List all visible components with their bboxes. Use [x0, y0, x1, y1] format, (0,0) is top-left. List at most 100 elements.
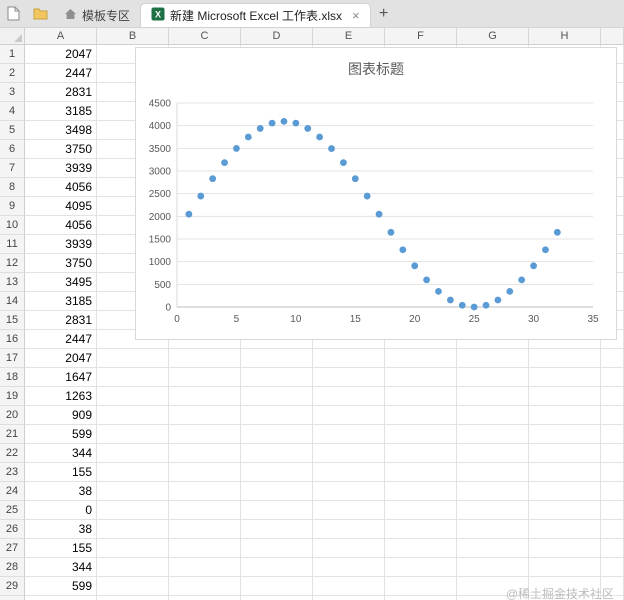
cell-D25[interactable]	[241, 501, 313, 520]
cell-B17[interactable]	[97, 349, 169, 368]
cell-D21[interactable]	[241, 425, 313, 444]
cell-G17[interactable]	[457, 349, 529, 368]
cell-A8[interactable]: 4056	[25, 178, 97, 197]
column-header-A[interactable]: A	[25, 28, 97, 45]
cell-H20[interactable]	[529, 406, 601, 425]
new-file-icon[interactable]	[0, 0, 27, 27]
cell-H18[interactable]	[529, 368, 601, 387]
cell-C27[interactable]	[169, 539, 241, 558]
cell-C18[interactable]	[169, 368, 241, 387]
cell-A25[interactable]: 0	[25, 501, 97, 520]
cell-F24[interactable]	[385, 482, 457, 501]
cell-A13[interactable]: 3495	[25, 273, 97, 292]
row-header-25[interactable]: 25	[0, 501, 25, 520]
cell-F30[interactable]	[385, 596, 457, 600]
cell-E23[interactable]	[313, 463, 385, 482]
row-header-9[interactable]: 9	[0, 197, 25, 216]
cell-B20[interactable]	[97, 406, 169, 425]
cell-D18[interactable]	[241, 368, 313, 387]
column-header-B[interactable]: B	[97, 28, 169, 45]
cell-E28[interactable]	[313, 558, 385, 577]
cell-B19[interactable]	[97, 387, 169, 406]
row-header-10[interactable]: 10	[0, 216, 25, 235]
cell-F28[interactable]	[385, 558, 457, 577]
row-header-13[interactable]: 13	[0, 273, 25, 292]
cell-D23[interactable]	[241, 463, 313, 482]
cell-D17[interactable]	[241, 349, 313, 368]
cell-A23[interactable]: 155	[25, 463, 97, 482]
cell-I17[interactable]	[601, 349, 624, 368]
cell-A10[interactable]: 4056	[25, 216, 97, 235]
cell-C22[interactable]	[169, 444, 241, 463]
cell-C30[interactable]	[169, 596, 241, 600]
row-header-11[interactable]: 11	[0, 235, 25, 254]
cell-A7[interactable]: 3939	[25, 159, 97, 178]
cell-A21[interactable]: 599	[25, 425, 97, 444]
cell-E22[interactable]	[313, 444, 385, 463]
cell-A14[interactable]: 3185	[25, 292, 97, 311]
cell-I26[interactable]	[601, 520, 624, 539]
select-all-corner[interactable]	[0, 28, 25, 45]
cell-H23[interactable]	[529, 463, 601, 482]
cell-G20[interactable]	[457, 406, 529, 425]
cell-I18[interactable]	[601, 368, 624, 387]
cell-E26[interactable]	[313, 520, 385, 539]
cell-H19[interactable]	[529, 387, 601, 406]
cell-C20[interactable]	[169, 406, 241, 425]
row-header-21[interactable]: 21	[0, 425, 25, 444]
cell-I22[interactable]	[601, 444, 624, 463]
cell-C26[interactable]	[169, 520, 241, 539]
cell-C24[interactable]	[169, 482, 241, 501]
row-header-3[interactable]: 3	[0, 83, 25, 102]
cell-H21[interactable]	[529, 425, 601, 444]
cell-I27[interactable]	[601, 539, 624, 558]
cell-A29[interactable]: 599	[25, 577, 97, 596]
column-header-F[interactable]: F	[385, 28, 457, 45]
cell-E25[interactable]	[313, 501, 385, 520]
cell-H17[interactable]	[529, 349, 601, 368]
cell-H24[interactable]	[529, 482, 601, 501]
cell-G22[interactable]	[457, 444, 529, 463]
row-header-17[interactable]: 17	[0, 349, 25, 368]
cell-E20[interactable]	[313, 406, 385, 425]
cell-B24[interactable]	[97, 482, 169, 501]
row-header-12[interactable]: 12	[0, 254, 25, 273]
cell-H27[interactable]	[529, 539, 601, 558]
cell-B21[interactable]	[97, 425, 169, 444]
cell-C17[interactable]	[169, 349, 241, 368]
cell-A30[interactable]	[25, 596, 97, 600]
cell-I21[interactable]	[601, 425, 624, 444]
new-tab-button[interactable]: +	[371, 0, 397, 27]
column-header-E[interactable]: E	[313, 28, 385, 45]
column-header-D[interactable]: D	[241, 28, 313, 45]
cell-D24[interactable]	[241, 482, 313, 501]
row-header-28[interactable]: 28	[0, 558, 25, 577]
cell-B28[interactable]	[97, 558, 169, 577]
row-header-8[interactable]: 8	[0, 178, 25, 197]
cell-G21[interactable]	[457, 425, 529, 444]
row-header-16[interactable]: 16	[0, 330, 25, 349]
cell-E29[interactable]	[313, 577, 385, 596]
cell-A2[interactable]: 2447	[25, 64, 97, 83]
row-header-4[interactable]: 4	[0, 102, 25, 121]
cell-A20[interactable]: 909	[25, 406, 97, 425]
cell-C21[interactable]	[169, 425, 241, 444]
row-header-19[interactable]: 19	[0, 387, 25, 406]
chart[interactable]: 图表标题 0 500 1000 1500 2000 2500 3000 3500 4000 4500…	[135, 47, 617, 340]
cell-I24[interactable]	[601, 482, 624, 501]
cell-B30[interactable]	[97, 596, 169, 600]
open-folder-icon[interactable]	[27, 0, 54, 27]
row-header-27[interactable]: 27	[0, 539, 25, 558]
cell-I25[interactable]	[601, 501, 624, 520]
close-tab-icon[interactable]: ×	[352, 9, 360, 22]
row-header-5[interactable]: 5	[0, 121, 25, 140]
cell-A19[interactable]: 1263	[25, 387, 97, 406]
cell-E18[interactable]	[313, 368, 385, 387]
row-header-30[interactable]	[0, 596, 25, 600]
cell-E24[interactable]	[313, 482, 385, 501]
cell-B22[interactable]	[97, 444, 169, 463]
column-header-C[interactable]: C	[169, 28, 241, 45]
cell-C28[interactable]	[169, 558, 241, 577]
cell-A27[interactable]: 155	[25, 539, 97, 558]
row-header-6[interactable]: 6	[0, 140, 25, 159]
